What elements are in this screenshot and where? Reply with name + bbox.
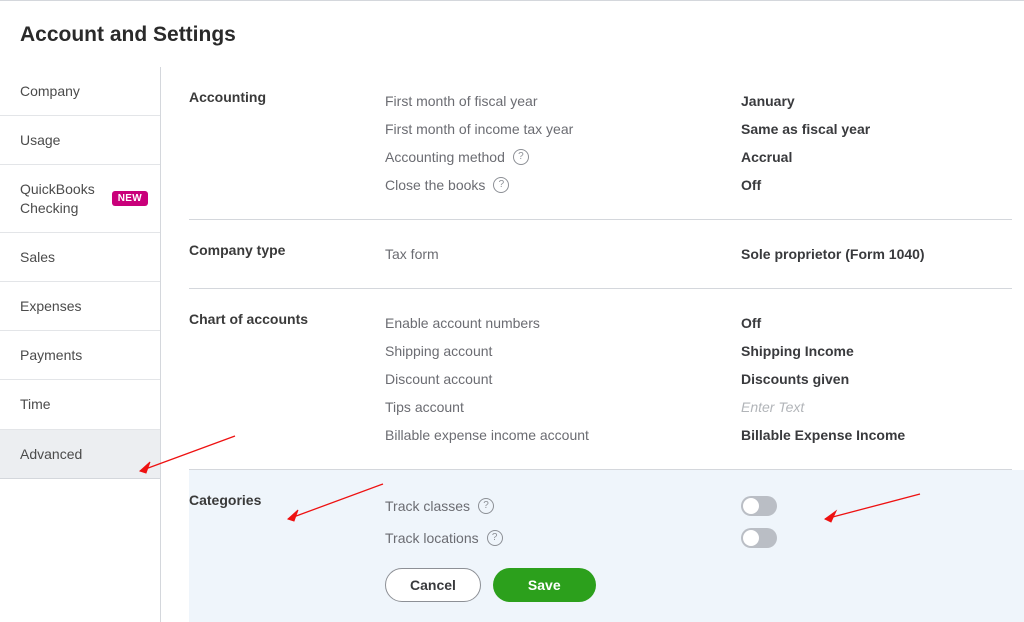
setting-row: First month of income tax year Same as f…	[385, 115, 1004, 143]
setting-row: Close the books ? Off	[385, 171, 1004, 199]
cancel-button[interactable]: Cancel	[385, 568, 481, 602]
setting-label: Discount account	[385, 371, 741, 387]
toggle-track-locations[interactable]	[741, 528, 777, 548]
page-title: Account and Settings	[0, 1, 1024, 67]
setting-label: First month of fiscal year	[385, 93, 741, 109]
setting-label: Tips account	[385, 399, 741, 415]
setting-label: Tax form	[385, 246, 741, 262]
setting-value: Billable Expense Income	[741, 427, 905, 443]
setting-label: Track classes ?	[385, 498, 741, 514]
sidebar-item-label: Advanced	[20, 445, 82, 463]
setting-value: Sole proprietor (Form 1040)	[741, 246, 925, 262]
section-categories: Categories Track classes ? Track loc	[189, 470, 1024, 622]
setting-row: Enable account numbers Off	[385, 309, 1004, 337]
sidebar-item-label: Company	[20, 82, 80, 100]
toggle-track-classes[interactable]	[741, 496, 777, 516]
sidebar-item-payments[interactable]: Payments	[0, 331, 160, 380]
sidebar-item-usage[interactable]: Usage	[0, 116, 160, 165]
setting-value: Off	[741, 315, 761, 331]
setting-value: January	[741, 93, 795, 109]
sidebar-item-label: QuickBooks Checking	[20, 180, 112, 216]
setting-value: Shipping Income	[741, 343, 854, 359]
setting-row-track-classes: Track classes ?	[385, 490, 994, 522]
sidebar-item-quickbooks-checking[interactable]: QuickBooks Checking NEW	[0, 165, 160, 232]
section-heading: Accounting	[189, 87, 385, 199]
setting-row: Tax form Sole proprietor (Form 1040)	[385, 240, 1004, 268]
main-content: Accounting First month of fiscal year Ja…	[161, 67, 1024, 622]
setting-row-track-locations: Track locations ?	[385, 522, 994, 554]
help-icon[interactable]: ?	[487, 530, 503, 546]
help-icon[interactable]: ?	[493, 177, 509, 193]
new-badge: NEW	[112, 191, 148, 206]
setting-row: Tips account Enter Text	[385, 393, 1004, 421]
section-chart-of-accounts[interactable]: Chart of accounts Enable account numbers…	[189, 289, 1012, 470]
setting-value: Accrual	[741, 149, 792, 165]
setting-value: Enter Text	[741, 399, 804, 415]
section-heading: Categories	[189, 490, 385, 602]
sidebar-item-company[interactable]: Company	[0, 67, 160, 116]
setting-label: Enable account numbers	[385, 315, 741, 331]
section-accounting[interactable]: Accounting First month of fiscal year Ja…	[189, 67, 1012, 220]
section-heading: Chart of accounts	[189, 309, 385, 449]
setting-label: First month of income tax year	[385, 121, 741, 137]
setting-row: First month of fiscal year January	[385, 87, 1004, 115]
sidebar-item-sales[interactable]: Sales	[0, 233, 160, 282]
section-heading: Company type	[189, 240, 385, 268]
sidebar-item-label: Payments	[20, 346, 82, 364]
setting-row: Billable expense income account Billable…	[385, 421, 1004, 449]
setting-row: Accounting method ? Accrual	[385, 143, 1004, 171]
setting-value: Discounts given	[741, 371, 849, 387]
section-company-type[interactable]: Company type Tax form Sole proprietor (F…	[189, 220, 1012, 289]
sidebar-item-label: Sales	[20, 248, 55, 266]
save-button[interactable]: Save	[493, 568, 596, 602]
setting-value: Off	[741, 177, 761, 193]
sidebar-item-time[interactable]: Time	[0, 380, 160, 429]
setting-value: Same as fiscal year	[741, 121, 870, 137]
setting-label: Accounting method ?	[385, 149, 741, 165]
help-icon[interactable]: ?	[513, 149, 529, 165]
help-icon[interactable]: ?	[478, 498, 494, 514]
setting-row: Discount account Discounts given	[385, 365, 1004, 393]
sidebar-item-label: Usage	[20, 131, 60, 149]
sidebar-item-expenses[interactable]: Expenses	[0, 282, 160, 331]
setting-label: Billable expense income account	[385, 427, 741, 443]
sidebar-item-label: Time	[20, 395, 51, 413]
setting-label: Track locations ?	[385, 530, 741, 546]
sidebar: Company Usage QuickBooks Checking NEW Sa…	[0, 67, 161, 622]
sidebar-item-label: Expenses	[20, 297, 81, 315]
setting-row: Shipping account Shipping Income	[385, 337, 1004, 365]
sidebar-item-advanced[interactable]: Advanced	[0, 430, 160, 479]
setting-label: Shipping account	[385, 343, 741, 359]
setting-label: Close the books ?	[385, 177, 741, 193]
